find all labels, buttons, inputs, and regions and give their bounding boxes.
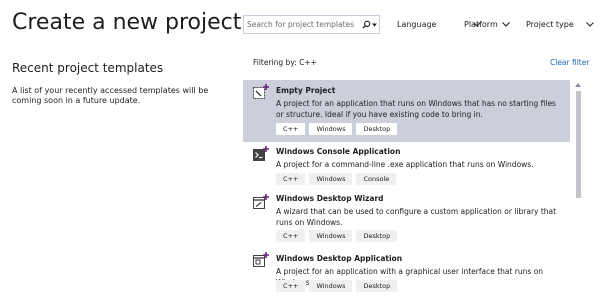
tag-project-type: Desktop bbox=[356, 280, 398, 292]
empty-project-icon bbox=[253, 84, 269, 99]
scrollbar-thumb[interactable] bbox=[576, 91, 581, 198]
template-name: Windows Desktop Wizard bbox=[276, 194, 384, 203]
desktop-app-icon bbox=[253, 252, 269, 267]
project-type-filter-label: Project type bbox=[526, 20, 574, 29]
template-item-desktop-app[interactable]: Windows Desktop Application A project fo… bbox=[243, 250, 570, 298]
tag-language: C++ bbox=[276, 173, 306, 185]
search-icon bbox=[361, 20, 370, 29]
project-type-filter-dropdown[interactable]: Project type bbox=[526, 15, 594, 34]
search-button[interactable] bbox=[360, 17, 378, 32]
template-description: A project for an application that runs o… bbox=[276, 99, 556, 119]
console-app-icon bbox=[253, 146, 269, 161]
template-item-empty-project[interactable]: Empty Project A project for an applicati… bbox=[243, 80, 570, 142]
template-name: Windows Desktop Application bbox=[276, 254, 403, 263]
template-name: Windows Console Application bbox=[276, 147, 401, 156]
tag-language: C++ bbox=[276, 230, 306, 242]
tag-project-type: Console bbox=[356, 173, 397, 185]
chevron-down-icon bbox=[586, 22, 594, 27]
tag-language: C++ bbox=[276, 280, 306, 292]
chevron-down-icon bbox=[502, 22, 510, 27]
template-item-console-app[interactable]: Windows Console Application A project fo… bbox=[243, 142, 570, 192]
tag-platform: Windows bbox=[309, 123, 353, 135]
tag-language: C++ bbox=[276, 123, 306, 135]
recent-templates-title: Recent project templates bbox=[12, 61, 164, 75]
search-box[interactable] bbox=[243, 15, 380, 34]
page-title: Create a new project bbox=[12, 10, 242, 35]
template-description: A project for a command-line .exe applic… bbox=[276, 160, 534, 169]
search-options-chevron-icon bbox=[371, 23, 377, 26]
template-description: A wizard that can be used to configure a… bbox=[276, 207, 557, 227]
platform-filter-label: Platform bbox=[464, 20, 498, 29]
template-tags: C++ Windows Desktop bbox=[276, 230, 401, 242]
filter-status: Filtering by: C++ bbox=[253, 58, 317, 67]
scroll-up-arrow-icon[interactable] bbox=[575, 83, 581, 87]
template-tags: C++ Windows Desktop bbox=[276, 280, 401, 292]
template-tags: C++ Windows Console bbox=[276, 173, 400, 185]
search-input[interactable] bbox=[247, 18, 357, 31]
language-filter-label: Language bbox=[397, 20, 437, 29]
template-list: Empty Project A project for an applicati… bbox=[243, 80, 570, 298]
template-item-desktop-wizard[interactable]: Windows Desktop Wizard A wizard that can… bbox=[243, 192, 570, 250]
template-list-scrollbar[interactable] bbox=[574, 80, 582, 298]
desktop-wizard-icon bbox=[253, 194, 269, 209]
recent-templates-description: A list of your recently accessed templat… bbox=[12, 86, 209, 105]
tag-platform: Windows bbox=[309, 173, 353, 185]
template-name: Empty Project bbox=[276, 86, 336, 95]
tag-platform: Windows bbox=[309, 280, 353, 292]
tag-platform: Windows bbox=[309, 230, 353, 242]
clear-filter-link[interactable]: Clear filter bbox=[550, 58, 589, 67]
platform-filter-dropdown[interactable]: Platform bbox=[464, 15, 510, 34]
tag-project-type: Desktop bbox=[356, 230, 398, 242]
template-tags: C++ Windows Desktop bbox=[276, 123, 401, 135]
tag-project-type: Desktop bbox=[356, 123, 398, 135]
